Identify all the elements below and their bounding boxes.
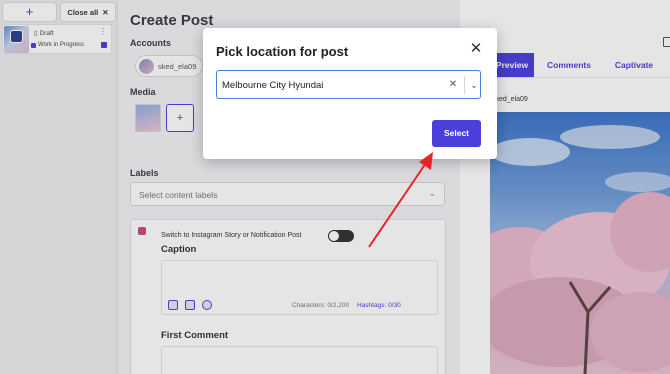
close-icon[interactable]: ✕ <box>469 41 483 56</box>
location-modal: Pick location for post ✕ ✕ ⌄ Select <box>203 28 497 159</box>
select-button[interactable]: Select <box>432 120 481 147</box>
clear-icon[interactable]: ✕ <box>447 77 459 93</box>
location-input[interactable] <box>222 77 442 93</box>
location-combobox[interactable]: ✕ ⌄ <box>216 70 481 99</box>
chevron-down-icon[interactable]: ⌄ <box>468 77 480 93</box>
modal-title: Pick location for post <box>216 44 349 59</box>
field-divider <box>464 76 465 94</box>
